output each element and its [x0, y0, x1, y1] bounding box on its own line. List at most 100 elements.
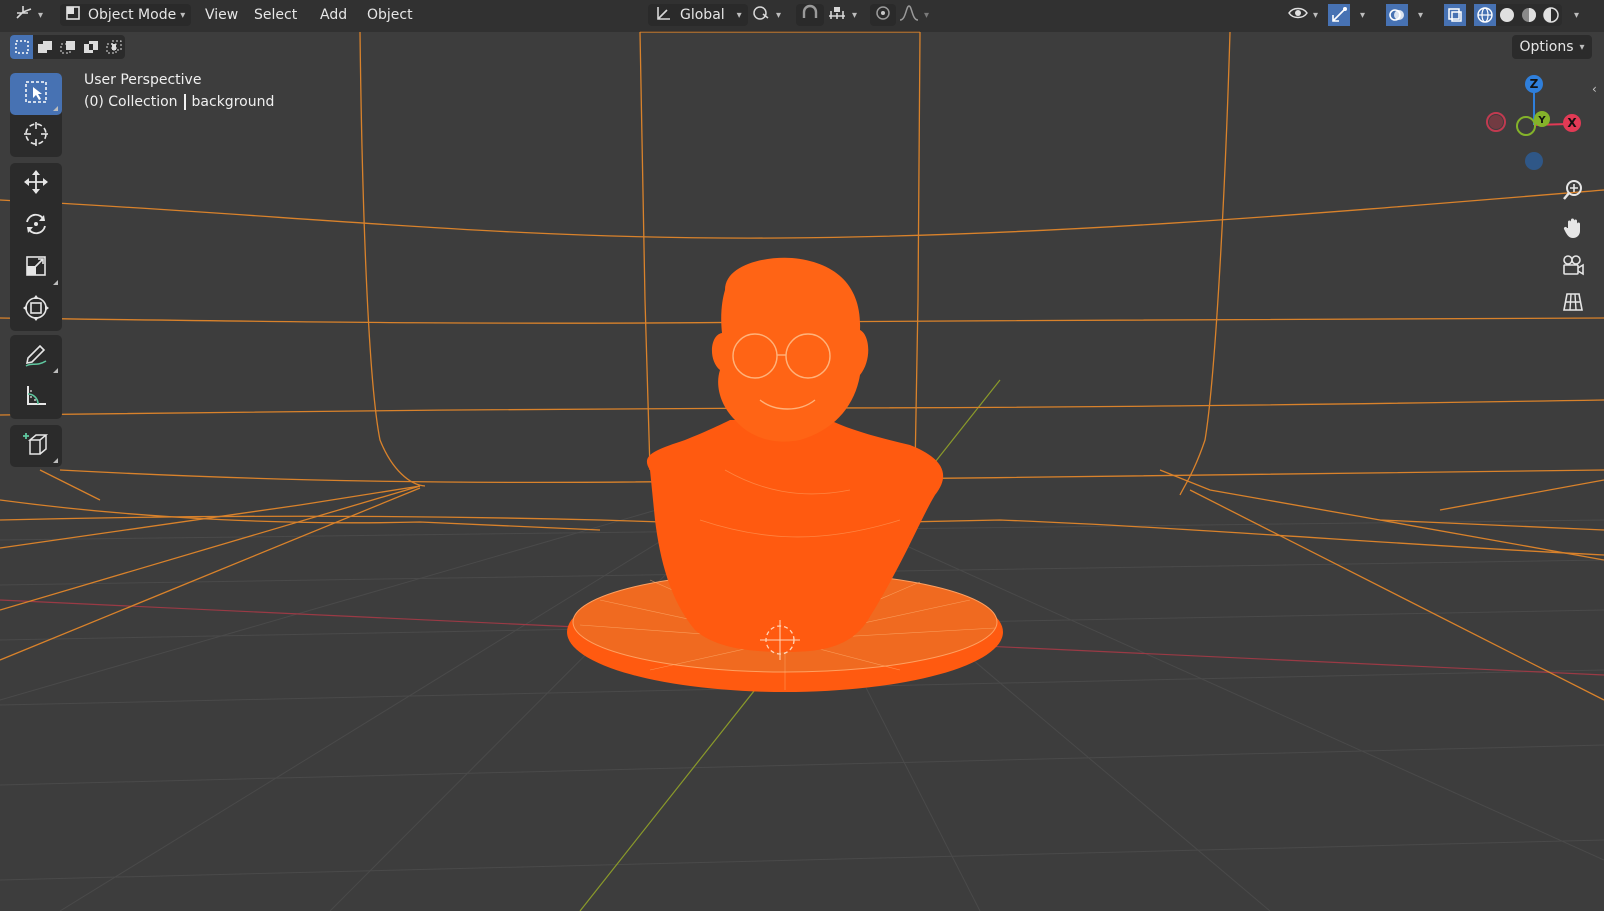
tool-options-corner [53, 458, 58, 463]
rotate-icon [22, 210, 50, 242]
x-axis-label: X [1567, 116, 1577, 130]
add-cube-icon [22, 430, 50, 462]
view-name-text: User Perspective [84, 72, 202, 88]
pan-button[interactable] [1557, 214, 1589, 246]
scale-tool[interactable] [10, 247, 62, 289]
tool-options-corner [53, 368, 58, 373]
snap-target-button[interactable]: ▾ [826, 4, 857, 26]
annotate-pencil-icon [22, 340, 50, 372]
scale-icon [23, 253, 49, 283]
falloff-curve-icon [898, 4, 920, 26]
toolbar-group-transform [10, 163, 62, 331]
select-subtract-icon[interactable] [56, 35, 79, 59]
camera-view-button[interactable] [1557, 251, 1589, 283]
chevron-down-icon: ▾ [38, 9, 44, 21]
pan-hand-icon [1562, 217, 1584, 243]
pivot-point-icon [752, 4, 772, 26]
shading-wireframe-icon[interactable] [1474, 4, 1496, 26]
select-box-tool[interactable] [10, 73, 62, 115]
visibility-eye-icon [1287, 4, 1309, 26]
shading-rendered-icon[interactable] [1540, 4, 1562, 26]
select-intersect-icon[interactable] [102, 35, 125, 59]
select-extend-icon[interactable] [33, 35, 56, 59]
camera-view-icon [1561, 254, 1585, 280]
zoom-icon [1562, 179, 1584, 205]
navigation-gizmo[interactable]: Z Y X [1480, 72, 1590, 182]
sidebar-expand-arrow-icon[interactable]: ‹ [1592, 82, 1597, 96]
3d-cursor-icon [22, 120, 50, 152]
chevron-down-icon: ▾ [180, 9, 186, 21]
menu-add[interactable]: Add [315, 4, 352, 26]
negative-y-axis-dot[interactable] [1516, 116, 1536, 136]
options-label: Options [1519, 39, 1574, 55]
chevron-down-icon[interactable]: ▾ [1574, 4, 1579, 26]
chevron-down-icon: ▾ [776, 9, 782, 21]
chevron-down-icon[interactable]: ▾ [1360, 4, 1365, 26]
y-axis-label: Y [1537, 115, 1546, 126]
chevron-down-icon: ▾ [852, 9, 858, 21]
select-box-icon [23, 79, 49, 109]
shading-solid-icon[interactable] [1496, 4, 1518, 26]
chevron-down-icon: ▾ [1313, 9, 1319, 21]
pivot-point-button[interactable]: ▾ [752, 4, 781, 26]
snap-toggle[interactable] [796, 4, 824, 26]
chevron-down-icon[interactable]: ▾ [1418, 4, 1423, 26]
rotate-tool[interactable] [10, 205, 62, 247]
toolbar-group-select [10, 73, 62, 157]
transform-orientation-icon [654, 4, 674, 26]
zoom-button[interactable] [1557, 176, 1589, 208]
3d-viewport-icon [14, 4, 34, 26]
selection-mode-group [10, 35, 125, 59]
negative-z-axis-dot[interactable] [1525, 152, 1543, 170]
select-difference-icon[interactable] [79, 35, 102, 59]
move-tool[interactable] [10, 163, 62, 205]
snap-increment-icon [826, 4, 848, 26]
collection-name: (0) Collection [84, 94, 178, 110]
shading-material-icon[interactable] [1518, 4, 1540, 26]
mode-label: Object Mode [88, 7, 177, 23]
gizmo-toggle[interactable] [1328, 4, 1350, 26]
z-axis-label: Z [1530, 77, 1539, 91]
falloff-button[interactable]: ▾ [898, 4, 929, 26]
magnet-icon [800, 4, 820, 26]
viewport-scene [0, 31, 1604, 911]
overlay-toggle[interactable] [1386, 4, 1408, 26]
xray-toggle[interactable] [1444, 4, 1466, 26]
menu-object[interactable]: Object [362, 4, 418, 26]
3d-viewport[interactable] [0, 0, 1604, 911]
orientation-label: Global [680, 7, 725, 23]
active-object-name: background [191, 94, 275, 110]
select-set-new-icon[interactable] [10, 35, 33, 59]
transform-tool[interactable] [10, 289, 62, 331]
ortho-grid-icon [1562, 291, 1584, 317]
chevron-down-icon: ▾ [924, 9, 930, 21]
menu-view[interactable]: View [200, 4, 243, 26]
options-dropdown[interactable]: Options ▾ [1512, 35, 1592, 59]
orientation-select[interactable]: Global ▾ [648, 4, 748, 26]
proportional-edit-icon [874, 4, 892, 26]
mode-select[interactable]: Object Mode ▾ [60, 4, 192, 26]
annotate-tool[interactable] [10, 335, 62, 377]
overlay-icon[interactable] [1386, 4, 1408, 26]
move-arrows-icon [22, 168, 50, 200]
add-cube-tool[interactable] [10, 425, 62, 467]
collection-info: (0) Collection background [84, 94, 274, 110]
tool-options-corner [53, 280, 58, 285]
measure-tool[interactable] [10, 377, 62, 419]
toolbar-group-add [10, 425, 62, 467]
info-separator [183, 94, 186, 110]
ortho-toggle-button[interactable] [1557, 288, 1589, 320]
object-mode-icon [64, 4, 82, 26]
menu-select[interactable]: Select [249, 4, 302, 26]
visibility-button[interactable]: ▾ [1287, 4, 1318, 26]
proportional-edit-toggle[interactable] [870, 4, 896, 26]
tool-options-corner [53, 106, 58, 111]
shading-mode-group [1474, 4, 1562, 26]
measure-ruler-icon [22, 382, 50, 414]
toolbar-group-annotate [10, 335, 62, 419]
editor-type-button[interactable]: ▾ [14, 4, 43, 26]
viewport-header: ▾ Object Mode ▾ View Select Add Object G… [0, 0, 1604, 32]
gizmo-toggle-icon[interactable] [1328, 4, 1350, 26]
cursor-tool[interactable] [10, 115, 62, 157]
xray-icon[interactable] [1444, 4, 1466, 26]
